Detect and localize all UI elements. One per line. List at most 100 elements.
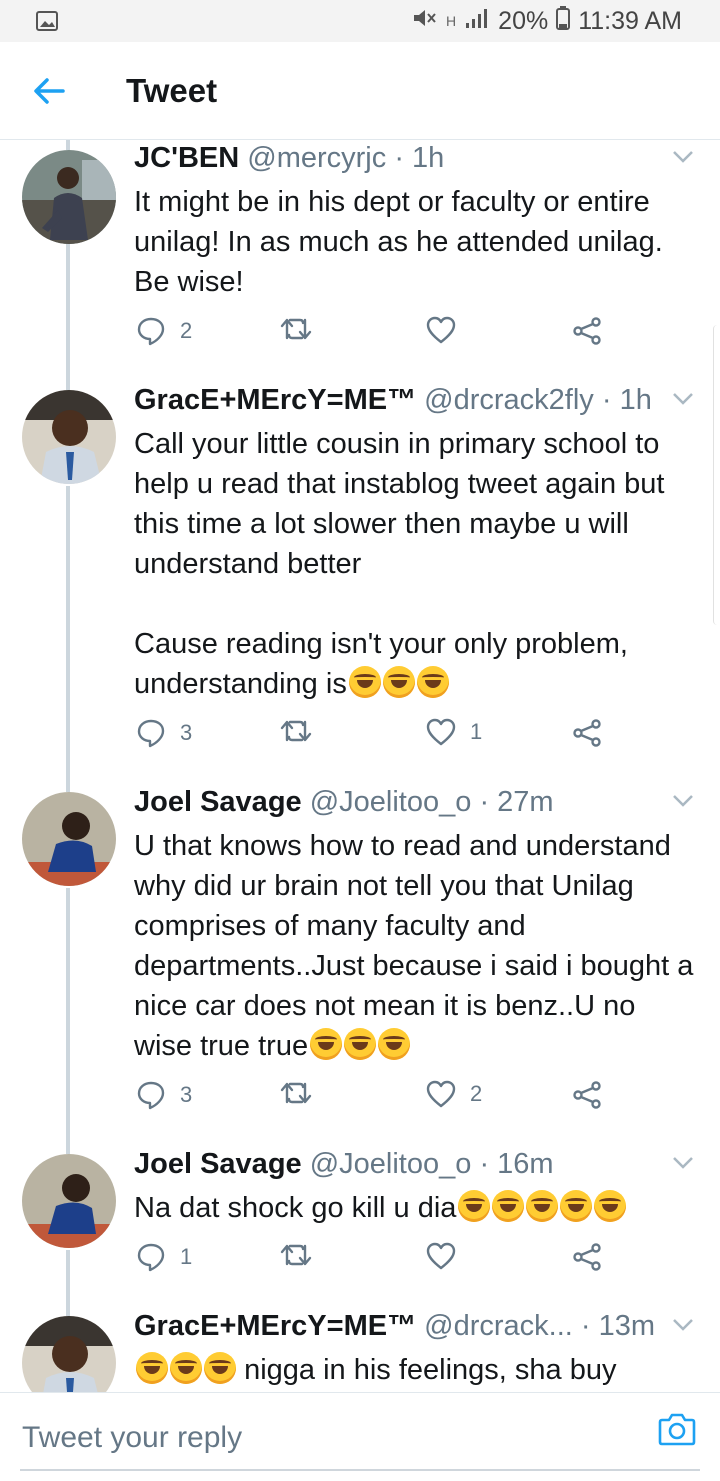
retweet-icon xyxy=(280,318,312,340)
chevron-down-icon[interactable] xyxy=(672,1156,694,1170)
rofl-emoji xyxy=(136,1352,168,1384)
joy-emoji xyxy=(526,1190,559,1222)
avatar[interactable] xyxy=(22,1316,116,1392)
share-icon xyxy=(573,1081,601,1109)
reply-icon xyxy=(137,1243,165,1272)
rofl-emoji xyxy=(382,666,415,698)
camera-icon[interactable] xyxy=(658,1411,696,1447)
rofl-emoji xyxy=(204,1352,236,1384)
like-button[interactable]: 1 xyxy=(426,718,482,746)
reply-count: 1 xyxy=(180,1244,193,1269)
display-name[interactable]: GracE+MErcY=ME™ xyxy=(134,1310,416,1342)
joy-emoji xyxy=(458,1190,491,1222)
avatar[interactable] xyxy=(22,150,116,244)
reply-count: 2 xyxy=(180,318,193,343)
like-count: 1 xyxy=(470,719,483,744)
avatar[interactable] xyxy=(22,390,116,484)
username[interactable]: @drcrack... xyxy=(424,1310,573,1342)
page-title: Tweet xyxy=(126,72,218,109)
like-button[interactable] xyxy=(426,316,470,344)
timestamp: 27m xyxy=(497,786,554,818)
tweet-text-content: nigga in his feelings, sha buy xyxy=(244,1354,617,1386)
thread-line xyxy=(66,140,70,150)
display-name[interactable]: GracE+MErcY=ME™ xyxy=(134,384,416,416)
like-button[interactable]: 2 xyxy=(426,1080,482,1108)
tweet-actions: 3 1 xyxy=(134,718,614,758)
joy-emoji xyxy=(344,1028,377,1060)
timestamp: 13m xyxy=(598,1310,656,1342)
rofl-emoji xyxy=(348,666,381,698)
reply-button[interactable]: 3 xyxy=(136,718,192,748)
share-button[interactable] xyxy=(572,718,602,748)
retweet-button[interactable] xyxy=(280,316,326,342)
battery-icon xyxy=(556,5,571,37)
tweet[interactable]: JC'BEN @mercyrjc · 1h It might be in his… xyxy=(0,140,720,384)
network-type: H xyxy=(446,13,457,29)
reply-button[interactable]: 3 xyxy=(136,1080,192,1110)
chevron-down-icon[interactable] xyxy=(672,1318,694,1332)
heart-icon xyxy=(426,316,456,344)
display-name[interactable]: Joel Savage xyxy=(134,786,302,818)
username[interactable]: @mercyrjc xyxy=(247,142,386,174)
avatar[interactable] xyxy=(22,1154,116,1248)
username[interactable]: @drcrack2fly xyxy=(424,384,594,416)
battery-percent: 20% xyxy=(498,6,549,35)
display-name[interactable]: Joel Savage xyxy=(134,1148,302,1180)
thread-line xyxy=(66,1250,70,1310)
share-button[interactable] xyxy=(572,1080,602,1110)
tweet-header: Joel Savage @Joelitoo_o · 27m xyxy=(134,784,662,820)
thread-line xyxy=(66,1146,70,1154)
retweet-icon xyxy=(280,720,312,742)
tweet-header: Joel Savage @Joelitoo_o · 16m xyxy=(134,1146,662,1182)
username[interactable]: @Joelitoo_o xyxy=(310,1148,472,1180)
tweet[interactable]: GracE+MErcY=ME™ @drcrack2fly · 1h Call y… xyxy=(0,382,720,786)
signal-icon xyxy=(464,7,490,36)
retweet-button[interactable] xyxy=(280,1080,326,1106)
share-button[interactable] xyxy=(572,1242,602,1272)
tweet-text: Na dat shock go kill u dia xyxy=(134,1188,698,1228)
reply-input[interactable] xyxy=(20,1407,624,1469)
timestamp: 1h xyxy=(619,384,652,416)
share-icon xyxy=(573,719,601,747)
reply-icon xyxy=(137,1081,165,1110)
chevron-down-icon[interactable] xyxy=(672,150,694,164)
username[interactable]: @Joelitoo_o xyxy=(310,786,472,818)
thread-line xyxy=(66,382,70,390)
separator: · xyxy=(479,1148,490,1180)
retweet-button[interactable] xyxy=(280,718,326,744)
heart-icon xyxy=(426,718,456,746)
reply-button[interactable]: 1 xyxy=(136,1242,192,1272)
avatar[interactable] xyxy=(22,792,116,886)
back-arrow-icon[interactable] xyxy=(32,74,66,108)
tweet-header: JC'BEN @mercyrjc · 1h xyxy=(134,140,662,176)
tweet-text-content: Na dat shock go kill u dia xyxy=(134,1192,457,1224)
display-name[interactable]: JC'BEN xyxy=(134,142,239,174)
reply-icon xyxy=(137,719,165,748)
reply-button[interactable]: 2 xyxy=(136,316,192,346)
tweet-actions: 1 xyxy=(134,1242,614,1282)
tweet-text-content: It might be in his dept or faculty or en… xyxy=(134,186,663,298)
share-button[interactable] xyxy=(572,316,602,346)
tweet-actions: 3 2 xyxy=(134,1080,614,1120)
thread-line xyxy=(66,888,70,1148)
joy-emoji xyxy=(378,1028,411,1060)
retweet-button[interactable] xyxy=(280,1242,326,1268)
reply-icon xyxy=(137,317,165,346)
reply-underline xyxy=(20,1469,700,1471)
chevron-down-icon[interactable] xyxy=(672,794,694,808)
tweet[interactable]: Joel Savage @Joelitoo_o · 27m U that kno… xyxy=(0,784,720,1148)
timestamp: 1h xyxy=(412,142,445,174)
joy-emoji xyxy=(560,1190,593,1222)
joy-emoji xyxy=(310,1028,343,1060)
heart-icon xyxy=(426,1242,456,1270)
share-icon xyxy=(573,1243,601,1271)
chevron-down-icon[interactable] xyxy=(672,392,694,406)
tweet-text: nigga in his feelings, sha buy xyxy=(134,1350,698,1390)
reply-thread[interactable]: JC'BEN @mercyrjc · 1h It might be in his… xyxy=(0,140,720,1392)
tweet-text-content: U that knows how to read and understand … xyxy=(134,830,694,1062)
like-button[interactable] xyxy=(426,1242,470,1270)
thread-line xyxy=(66,784,70,792)
tweet[interactable]: Joel Savage @Joelitoo_o · 16m Na dat sho… xyxy=(0,1146,720,1310)
tweet[interactable]: GracE+MErcY=ME™ @drcrack... · 13m nigga … xyxy=(0,1308,720,1392)
tweet-text-content: Call your little cousin in primary schoo… xyxy=(134,428,665,700)
